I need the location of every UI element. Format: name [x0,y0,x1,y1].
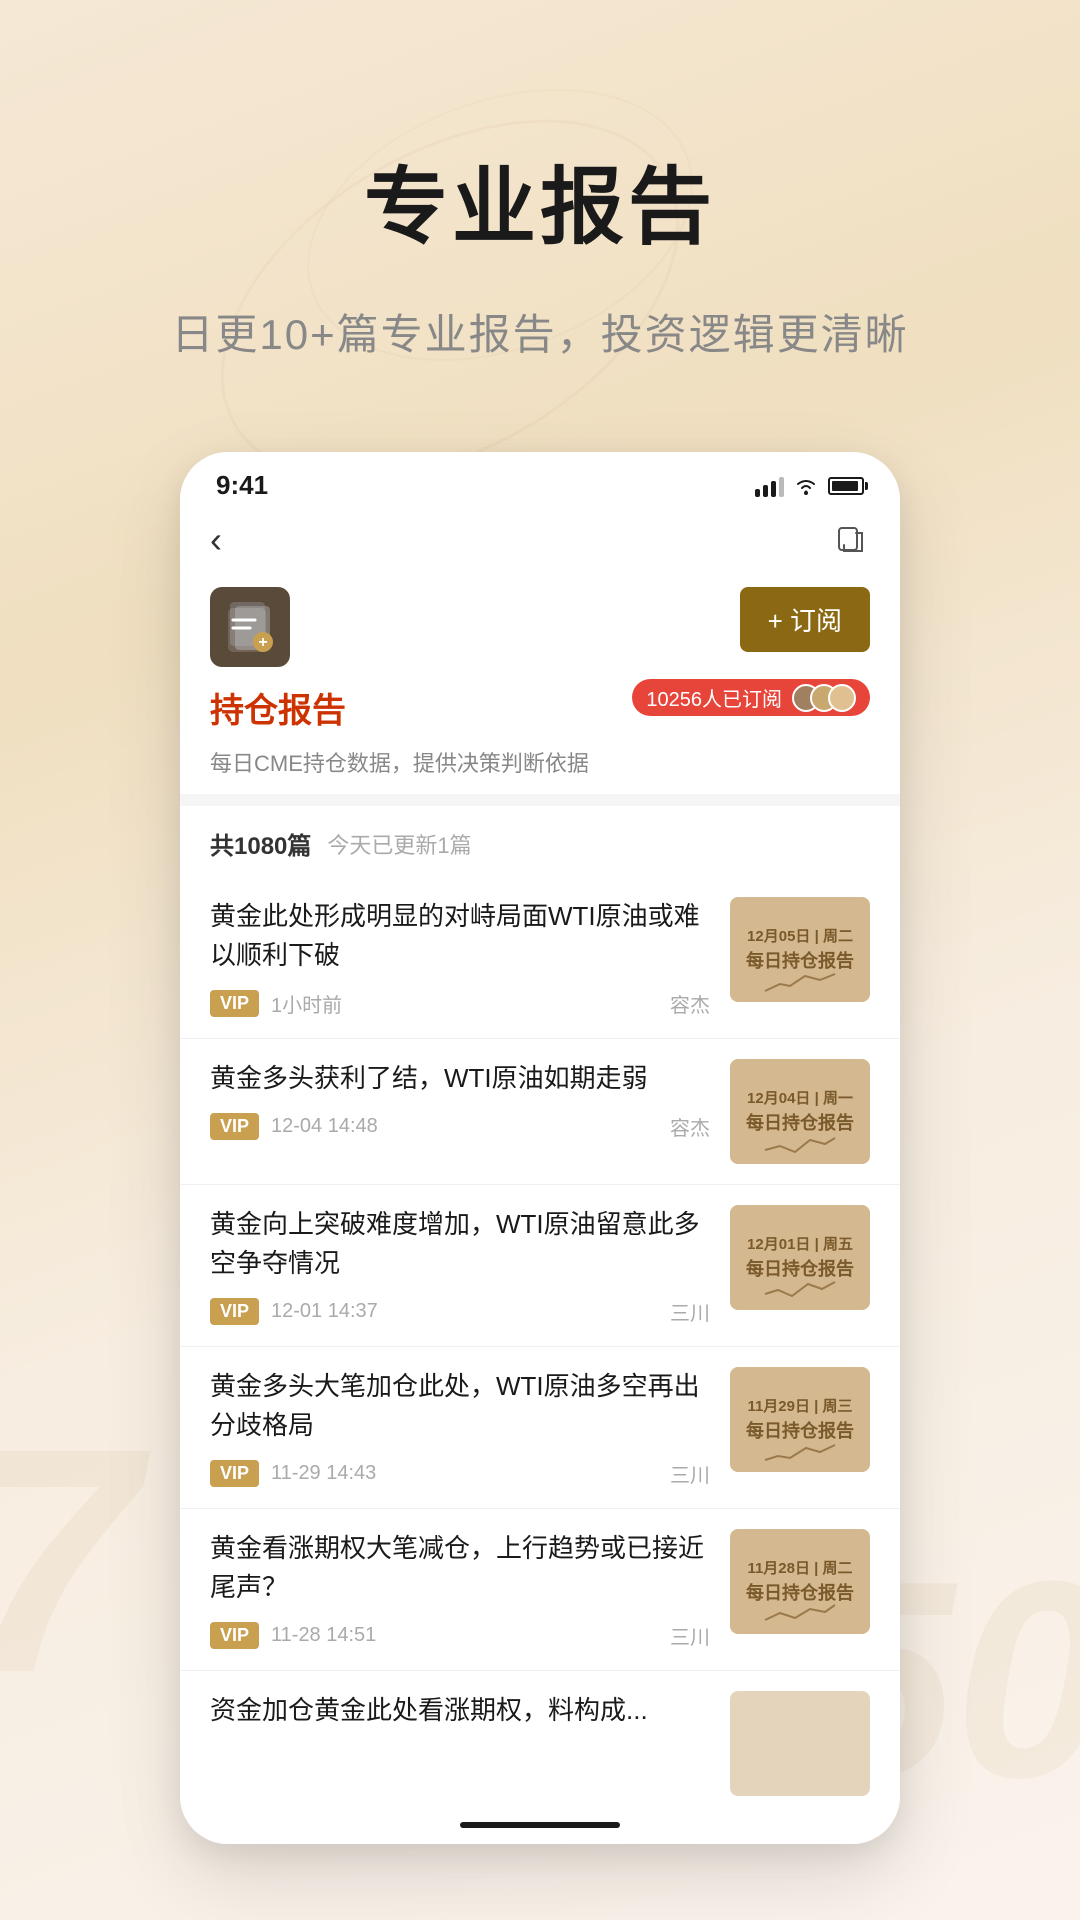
article-author: 三川 [670,1297,710,1326]
article-title: 黄金多头获利了结，WTI原油如期走弱 [210,1059,710,1098]
article-author: 容杰 [670,989,710,1018]
article-title: 资金加仓黄金此处看涨期权，料构成... [210,1691,710,1730]
sub-avatar-3 [828,684,856,712]
article-meta: VIP 11-28 14:51 三川 [210,1621,710,1650]
article-time: 1小时前 [271,989,342,1018]
vip-badge: VIP [210,1460,259,1487]
article-meta-left: VIP 11-29 14:43 [210,1460,376,1487]
page-content: 专业报告 日更10+篇专业报告，投资逻辑更清晰 9:41 [0,0,1080,1844]
battery-icon [828,477,864,495]
article-item-partial[interactable]: 资金加仓黄金此处看涨期权，料构成... [180,1671,900,1806]
article-author: 三川 [670,1621,710,1650]
article-meta-left: VIP 12-04 14:48 [210,1113,378,1140]
article-content: 黄金看涨期权大笔减仓，上行趋势或已接近尾声？ VIP 11-28 14:51 三… [210,1529,710,1650]
article-count-bar: 共1080篇 今天已更新1篇 [180,806,900,877]
article-content: 黄金向上突破难度增加，WTI原油留意此多空争夺情况 VIP 12-01 14:3… [210,1205,710,1326]
channel-header: + + 订阅 [180,577,900,683]
thumb-chart-icon [760,966,840,996]
thumb-chart-icon [760,1274,840,1304]
article-meta-left: VIP 11-28 14:51 [210,1622,376,1649]
article-meta-left: VIP 1小时前 [210,989,342,1018]
subscribers-badge: 10256人已订阅 [632,679,870,716]
thumb-date: 11月29日 | 周三 [746,1395,854,1416]
home-indicator [460,1822,620,1828]
article-item[interactable]: 黄金此处形成明显的对峙局面WTI原油或难以顺利下破 VIP 1小时前 容杰 12… [180,877,900,1039]
channel-info: 持仓报告 10256人已订阅 每日CME持仓数据，提供决策判断依据 [180,683,900,794]
article-content: 黄金此处形成明显的对峙局面WTI原油或难以顺利下破 VIP 1小时前 容杰 [210,897,710,1018]
wifi-icon [794,476,818,496]
article-count: 共1080篇 [210,826,311,861]
article-thumbnail: 11月29日 | 周三 每日持仓报告 [730,1367,870,1472]
bottom-indicator [180,1806,900,1844]
vip-badge: VIP [210,1622,259,1649]
article-meta: VIP 12-01 14:37 三川 [210,1297,710,1326]
share-icon [836,525,866,555]
nav-bar: ‹ [180,509,900,577]
thumb-chart-icon [760,1598,840,1628]
thumb-date: 12月01日 | 周五 [746,1233,854,1254]
article-item[interactable]: 黄金向上突破难度增加，WTI原油留意此多空争夺情况 VIP 12-01 14:3… [180,1185,900,1347]
vip-badge: VIP [210,990,259,1017]
article-author: 容杰 [670,1112,710,1141]
hero-title: 专业报告 [364,140,716,261]
article-title: 黄金看涨期权大笔减仓，上行趋势或已接近尾声？ [210,1529,710,1607]
article-thumbnail: 11月28日 | 周二 每日持仓报告 [730,1529,870,1634]
article-time: 11-29 14:43 [271,1462,376,1485]
status-time: 9:41 [216,470,268,501]
channel-logo-icon: + [225,600,275,655]
article-content: 黄金多头获利了结，WTI原油如期走弱 VIP 12-04 14:48 容杰 [210,1059,710,1141]
article-title: 黄金此处形成明显的对峙局面WTI原油或难以顺利下破 [210,897,710,975]
article-meta: VIP 12-04 14:48 容杰 [210,1112,710,1141]
phone-mockup: 9:41 [180,452,900,1844]
article-item[interactable]: 黄金多头获利了结，WTI原油如期走弱 VIP 12-04 14:48 容杰 12… [180,1039,900,1185]
thumb-date: 11月28日 | 周二 [746,1557,854,1578]
article-title: 黄金多头大笔加仓此处，WTI原油多空再出分歧格局 [210,1367,710,1445]
subscriber-count: 10256人已订阅 [646,683,782,712]
article-time: 12-01 14:37 [271,1300,378,1323]
thumb-date: 12月05日 | 周二 [746,925,854,946]
article-thumbnail: 12月01日 | 周五 每日持仓报告 [730,1205,870,1310]
channel-logo: + [210,587,290,667]
article-thumbnail: 12月05日 | 周二 每日持仓报告 [730,897,870,1002]
article-list: 黄金此处形成明显的对峙局面WTI原油或难以顺利下破 VIP 1小时前 容杰 12… [180,877,900,1806]
subscriber-avatars [792,684,856,712]
status-bar: 9:41 [180,452,900,509]
article-item[interactable]: 黄金多头大笔加仓此处，WTI原油多空再出分歧格局 VIP 11-29 14:43… [180,1347,900,1509]
article-meta: VIP 11-29 14:43 三川 [210,1459,710,1488]
article-meta: VIP 1小时前 容杰 [210,989,710,1018]
article-content: 资金加仓黄金此处看涨期权，料构成... [210,1691,710,1744]
vip-badge: VIP [210,1113,259,1140]
article-title: 黄金向上突破难度增加，WTI原油留意此多空争夺情况 [210,1205,710,1283]
article-content: 黄金多头大笔加仓此处，WTI原油多空再出分歧格局 VIP 11-29 14:43… [210,1367,710,1488]
article-updated-today: 今天已更新1篇 [327,828,471,860]
article-thumbnail: 12月04日 | 周一 每日持仓报告 [730,1059,870,1164]
section-divider [180,794,900,806]
share-button[interactable] [832,521,870,559]
article-meta-left: VIP 12-01 14:37 [210,1298,378,1325]
back-button[interactable]: ‹ [210,519,222,561]
thumb-chart-icon [760,1436,840,1466]
thumb-chart-icon [760,1128,840,1158]
article-thumbnail [730,1691,870,1796]
article-time: 12-04 14:48 [271,1115,378,1138]
article-item[interactable]: 黄金看涨期权大笔减仓，上行趋势或已接近尾声？ VIP 11-28 14:51 三… [180,1509,900,1671]
thumb-date: 12月04日 | 周一 [746,1087,854,1108]
channel-description: 每日CME持仓数据，提供决策判断依据 [210,746,870,778]
article-time: 11-28 14:51 [271,1624,376,1647]
channel-name: 持仓报告 [210,683,346,732]
hero-subtitle: 日更10+篇专业报告，投资逻辑更清晰 [171,301,908,362]
status-icons [755,475,864,497]
signal-bars-icon [755,475,784,497]
subscribe-button[interactable]: + 订阅 [740,587,870,652]
article-author: 三川 [670,1459,710,1488]
svg-text:+: + [258,634,267,651]
vip-badge: VIP [210,1298,259,1325]
